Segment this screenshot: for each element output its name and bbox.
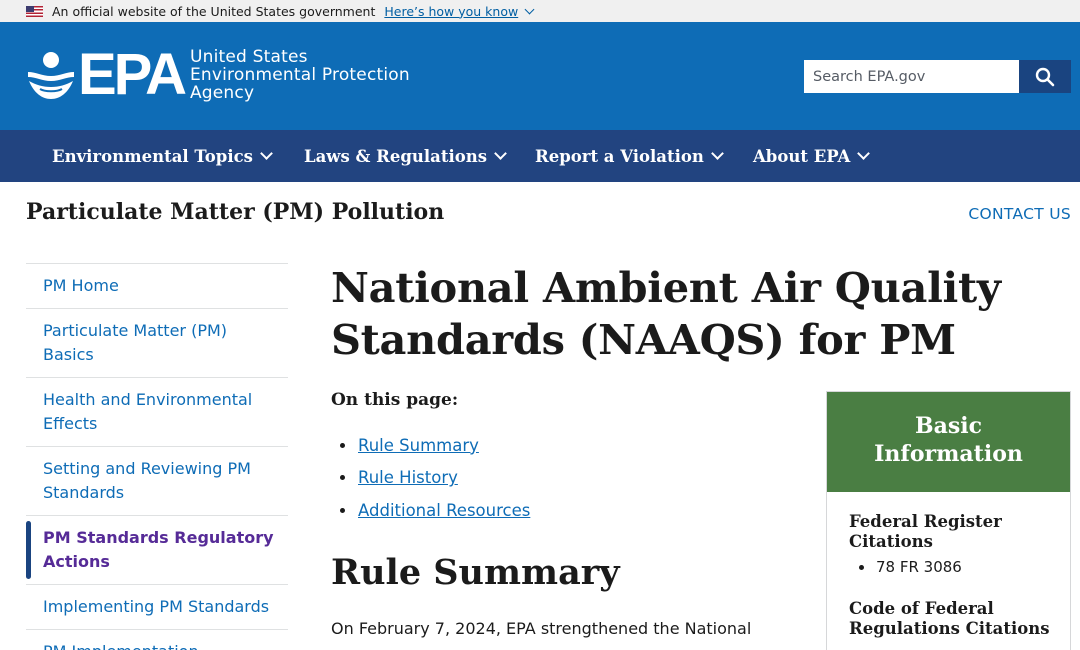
rule-summary-heading: Rule Summary [331, 552, 620, 593]
gov-banner-text: An official website of the United States… [52, 3, 376, 19]
sidebar-item-health-effects[interactable]: Health and Environmental Effects [26, 378, 288, 447]
agency-name: United States Environmental Protection A… [190, 48, 410, 102]
epa-wordmark: EPA [78, 42, 187, 107]
toc-item: Additional Resources [340, 494, 530, 527]
site-header: EPA United States Environmental Protecti… [0, 22, 1080, 130]
nav-about-epa[interactable]: About EPA [753, 130, 871, 182]
sidebar-nav: PM Home Particulate Matter (PM) Basics H… [26, 263, 288, 650]
nav-laws-regulations[interactable]: Laws & Regulations [304, 130, 507, 182]
section-title[interactable]: Particulate Matter (PM) Pollution [26, 199, 444, 225]
sidebar-item-pm-home[interactable]: PM Home [26, 264, 288, 309]
agency-name-line: Environmental Protection [189, 65, 410, 85]
heres-how-you-know-link[interactable]: Here’s how you know [384, 4, 518, 19]
nav-label: Report a Violation [535, 146, 704, 166]
sidebar-item-pm-basics[interactable]: Particulate Matter (PM) Basics [26, 309, 288, 378]
agency-name-line: Agency [189, 83, 255, 103]
toc-link-additional-resources[interactable]: Additional Resources [358, 501, 530, 520]
search-input[interactable] [804, 60, 1019, 93]
federal-register-heading: Federal Register Citations [849, 512, 1002, 551]
nav-label: Environmental Topics [52, 146, 253, 166]
on-this-page-label: On this page: [331, 390, 459, 410]
nav-report-violation[interactable]: Report a Violation [535, 130, 724, 182]
table-of-contents: Rule Summary Rule History Additional Res… [340, 429, 530, 527]
nav-environmental-topics[interactable]: Environmental Topics [52, 130, 273, 182]
sidebar-item-setting-standards[interactable]: Setting and Reviewing PM Standards [26, 447, 288, 516]
sidebar-item-pm-implementation[interactable]: PM Implementation [26, 630, 288, 650]
agency-name-line: United States [189, 47, 308, 67]
gov-banner: An official website of the United States… [0, 0, 1080, 22]
rule-summary-paragraph: On February 7, 2024, EPA strengthened th… [331, 619, 752, 638]
toc-item: Rule History [340, 462, 530, 495]
chevron-down-icon[interactable] [524, 4, 535, 14]
page-title: National Ambient Air Quality Standards (… [331, 263, 1001, 364]
federal-register-list: 78 FR 3086 [859, 557, 1058, 577]
chevron-down-icon [711, 147, 724, 160]
contact-us-link[interactable]: CONTACT US [968, 205, 1071, 223]
toc-item: Rule Summary [340, 429, 530, 462]
us-flag-icon [26, 5, 43, 17]
basic-information-heading: Basic Information [827, 392, 1070, 492]
sidebar-item-implementing-standards[interactable]: Implementing PM Standards [26, 585, 288, 630]
search-button[interactable] [1019, 60, 1071, 93]
chevron-down-icon [260, 147, 273, 160]
sidebar-item-regulatory-actions[interactable]: PM Standards Regulatory Actions [26, 516, 288, 585]
toc-link-rule-history[interactable]: Rule History [358, 468, 458, 487]
toc-link-rule-summary[interactable]: Rule Summary [358, 436, 479, 455]
nav-label: Laws & Regulations [304, 146, 488, 166]
chevron-down-icon [857, 147, 871, 160]
list-item: 78 FR 3086 [859, 557, 1058, 577]
epa-flower-icon [28, 52, 74, 99]
basic-information-body: Federal Register Citations 78 FR 3086 Co… [827, 492, 1070, 639]
epa-logo[interactable]: EPA United States Environmental Protecti… [26, 42, 410, 107]
search-icon [1035, 67, 1055, 86]
basic-information-box: Basic Information Federal Register Citat… [826, 391, 1071, 650]
chevron-down-icon [494, 147, 507, 160]
cfr-citations-heading: Code of Federal Regulations Citations [849, 599, 1050, 638]
main-nav: Environmental Topics Laws & Regulations … [0, 130, 1080, 182]
nav-label: About EPA [753, 146, 851, 166]
